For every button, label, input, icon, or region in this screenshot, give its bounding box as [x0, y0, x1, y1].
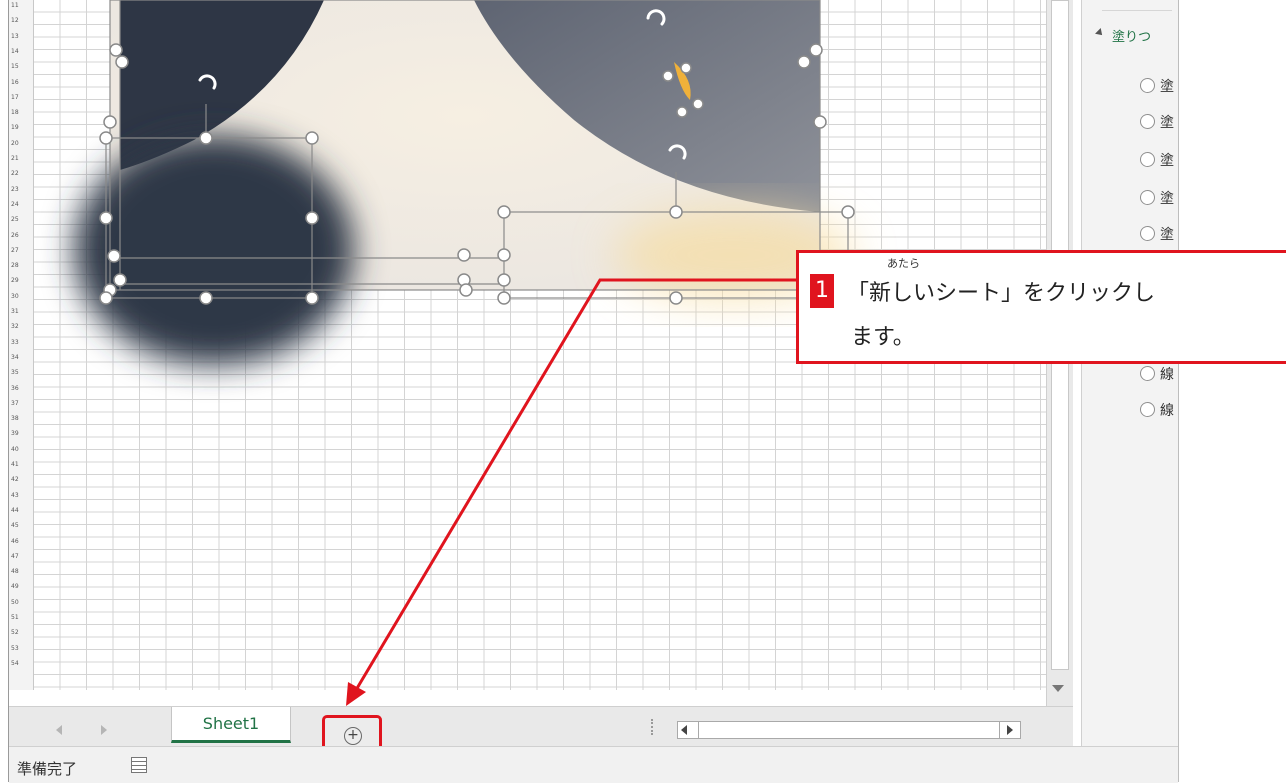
- instruction-line-2: ます。: [851, 325, 915, 350]
- instruction-callout: あたら 1 「新しいシート」をクリックし ます。: [796, 250, 1286, 364]
- furigana: あたら: [887, 257, 920, 270]
- step-number: 1: [810, 274, 834, 308]
- annotation-arrow: [346, 278, 796, 706]
- instruction-line-1: 「新しいシート」をクリックし: [847, 281, 1156, 306]
